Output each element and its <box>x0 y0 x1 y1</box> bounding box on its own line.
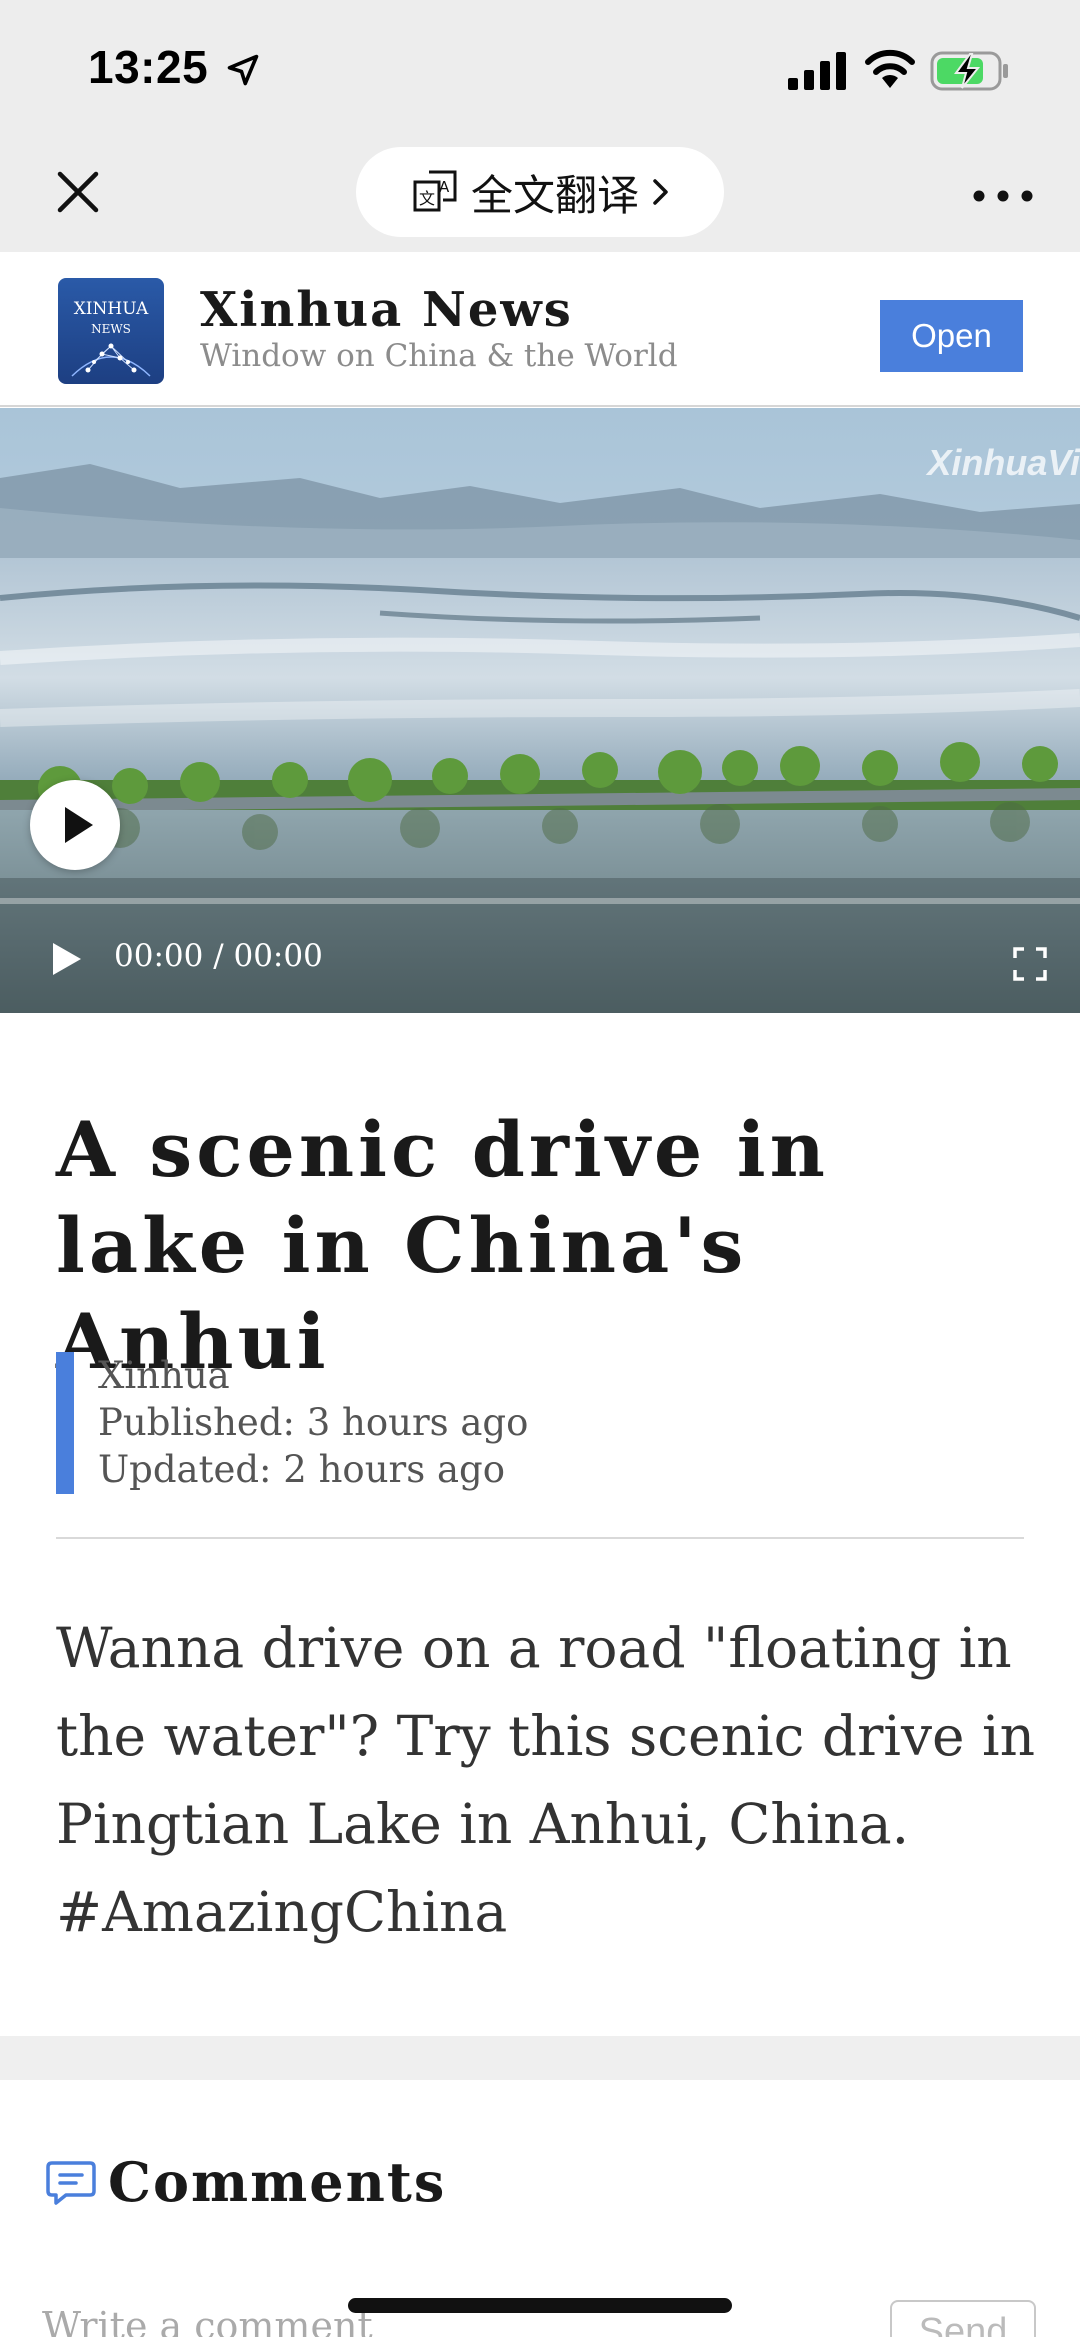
article-title: A scenic drive in lake in China's Anhui <box>56 1105 829 1386</box>
comment-icon <box>46 2161 96 2205</box>
article-source: Xinhua <box>98 1354 230 1397</box>
wifi-icon <box>865 49 915 88</box>
cellular-signal-icon <box>788 52 846 90</box>
publisher-banner: XINHUA NEWS Xinhua News Window on China … <box>0 252 1080 407</box>
top-nav: 文 A 全文翻译 <box>0 140 1080 252</box>
status-bar: 13:25 <box>0 0 1080 140</box>
video-thumbnail <box>0 408 1080 1013</box>
open-app-button[interactable]: Open <box>880 300 1023 372</box>
translate-button[interactable]: 文 A 全文翻译 <box>356 147 724 237</box>
comment-input[interactable]: Write a comment <box>42 2304 373 2337</box>
close-icon[interactable] <box>50 164 106 220</box>
publisher-tagline: Window on China & the World <box>200 338 678 374</box>
translate-label: 全文翻译 <box>470 170 639 220</box>
chevron-right-icon <box>653 179 668 205</box>
svg-text:A: A <box>439 178 450 196</box>
svg-text:NEWS: NEWS <box>91 322 131 336</box>
control-play-icon[interactable] <box>50 940 84 978</box>
video-progress-bar[interactable] <box>0 898 1080 904</box>
play-button[interactable] <box>30 780 120 870</box>
article-body: Wanna drive on a road "floating in the w… <box>56 1616 1036 1944</box>
article-updated: Updated: 2 hours ago <box>98 1448 505 1491</box>
video-time-display: 00:00 / 00:00 <box>114 938 323 974</box>
article-published: Published: 3 hours ago <box>98 1401 529 1444</box>
play-icon <box>65 807 93 843</box>
video-player[interactable]: XinhuaVi 00:00 / 00:00 <box>0 408 1080 1013</box>
article-meta: Xinhua Published: 3 hours ago Updated: 2… <box>56 1352 528 1494</box>
fullscreen-icon[interactable] <box>1012 946 1048 982</box>
home-indicator <box>348 2298 732 2313</box>
status-time: 13:25 <box>88 41 209 93</box>
svg-text:XINHUA: XINHUA <box>74 299 149 319</box>
send-button[interactable]: Send <box>890 2300 1036 2337</box>
divider <box>56 1537 1024 1539</box>
publisher-name: Xinhua News <box>200 282 573 338</box>
video-watermark: XinhuaVi <box>927 442 1080 483</box>
more-dots-icon[interactable] <box>968 170 1038 222</box>
svg-text:文: 文 <box>419 189 435 208</box>
battery-charging-icon <box>930 51 1008 91</box>
section-separator <box>0 2036 1080 2080</box>
location-arrow-icon <box>227 54 259 86</box>
comments-header: Comments <box>44 2150 446 2214</box>
translate-icon: 文 A <box>413 170 457 212</box>
xinhua-logo: XINHUA NEWS <box>58 278 164 384</box>
comments-title: Comments <box>108 2150 447 2214</box>
